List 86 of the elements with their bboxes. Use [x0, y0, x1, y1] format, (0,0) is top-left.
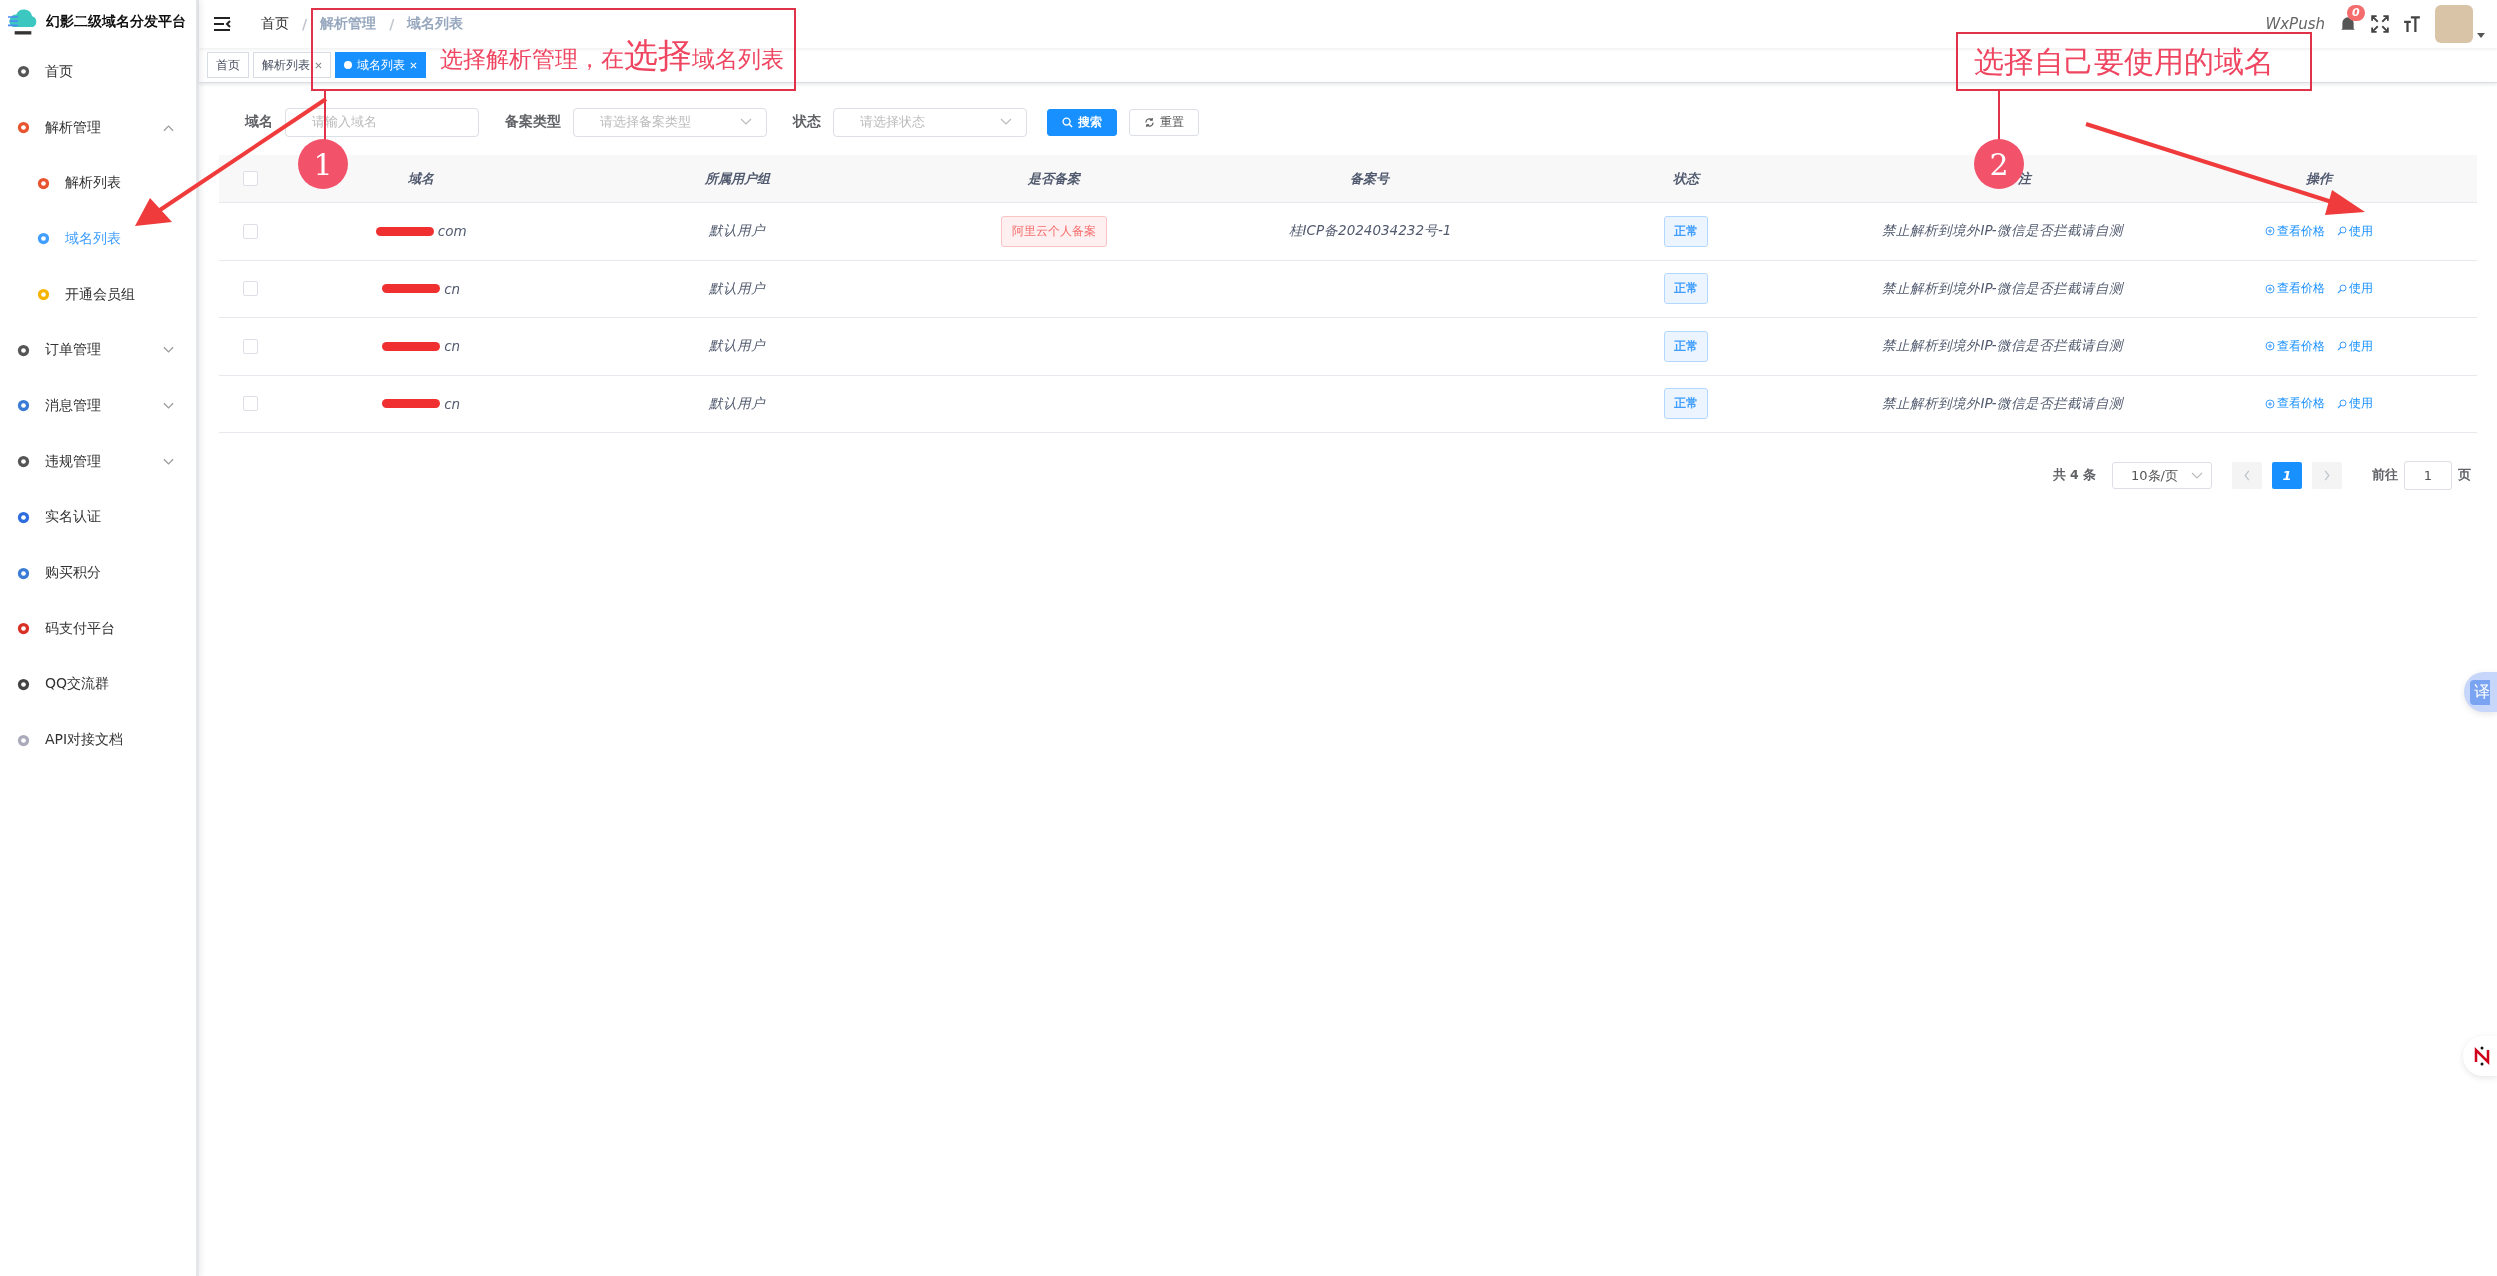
user-group-text: 默认用户: [709, 222, 766, 241]
filing-tag: 阿里云个人备案: [1000, 215, 1107, 247]
active-dot-icon: [344, 61, 352, 69]
annotation-text: 选择自己要使用的域名: [1974, 47, 2274, 77]
menu-toggle-icon[interactable]: [213, 17, 231, 31]
filter-label: 状态: [793, 113, 821, 131]
chevron-right-icon: [2323, 470, 2331, 481]
sidebar-item[interactable]: 实名认证: [0, 489, 196, 546]
user-group-text: 默认用户: [709, 394, 766, 413]
sidebar-subitem[interactable]: 解析列表: [0, 155, 196, 212]
page-tab[interactable]: 解析列表: [253, 52, 331, 78]
leader-line: [1998, 90, 2000, 141]
annotation-text: 选择解析管理，在选择域名列表: [440, 38, 784, 72]
bell-icon[interactable]: [2339, 15, 2357, 33]
reset-button[interactable]: 重置: [1129, 108, 1199, 136]
redaction-scribble: [382, 284, 441, 294]
status-tag: 正常: [1664, 273, 1709, 305]
remark-text: 禁止解析到境外IP-微信是否拦截请自测: [1882, 337, 2123, 356]
search-icon: [1062, 116, 1073, 128]
status-tag: 正常: [1664, 388, 1709, 420]
user-group-text: 默认用户: [709, 279, 766, 298]
leader-line: [324, 90, 326, 141]
page-size-select[interactable]: 10条/页: [2112, 462, 2212, 489]
filter-label: 域名: [245, 113, 273, 131]
status-tag: 正常: [1664, 215, 1709, 247]
chevron-icon: [1000, 118, 1012, 126]
breadcrumb-separator: /: [301, 16, 309, 32]
sidebar-item[interactable]: 解析管理: [0, 99, 196, 156]
sidebar-item[interactable]: 违规管理: [0, 433, 196, 490]
step-number-badge: 1: [298, 139, 348, 189]
redaction-scribble: [382, 399, 441, 409]
remark-text: 禁止解析到境外IP-微信是否拦截请自测: [1882, 279, 2123, 298]
sidebar-item[interactable]: 购买积分: [0, 545, 196, 601]
goto-label: 前往: [2372, 467, 2398, 484]
notification-badge: 0: [2347, 5, 2365, 21]
fullscreen-icon[interactable]: [2371, 15, 2389, 33]
chevron-icon: [163, 346, 174, 355]
chevron-icon: [163, 457, 174, 466]
sidebar-item[interactable]: 订单管理: [0, 322, 196, 379]
redaction-scribble: [375, 226, 434, 236]
remark-text: 禁止解析到境外IP-微信是否拦截请自测: [1882, 222, 2123, 241]
breadcrumb-separator: /: [388, 16, 396, 32]
chevron-icon: [740, 118, 752, 126]
chevron-icon: [163, 401, 174, 410]
platform-title: 幻影二级域名分发平台: [46, 13, 186, 31]
sidebar-item[interactable]: 消息管理: [0, 378, 196, 434]
domain-text: cn: [444, 395, 461, 412]
column-header: 操作: [2305, 169, 2332, 188]
chevron-icon: [163, 123, 174, 132]
row-checkbox[interactable]: [243, 338, 258, 354]
column-header: 所属用户组: [704, 169, 770, 188]
chevron-left-icon: [2243, 470, 2251, 481]
sidebar-item[interactable]: 首页: [0, 44, 196, 100]
page-tab[interactable]: 首页: [207, 52, 249, 78]
refresh-icon: [1144, 116, 1155, 128]
breadcrumb-item: 域名列表: [407, 15, 464, 33]
chevron-icon: [2191, 471, 2203, 480]
caret-icon[interactable]: [2477, 32, 2485, 38]
select-all-checkbox[interactable]: [243, 171, 258, 186]
column-header: 备案号: [1350, 169, 1390, 188]
wxpush-link[interactable]: WxPush: [2265, 15, 2325, 33]
sidebar-subitem[interactable]: 开通会员组: [0, 266, 196, 323]
total-count: 共 4 条: [2052, 467, 2096, 484]
redaction-scribble: [382, 341, 441, 351]
domain-text: cn: [444, 280, 461, 297]
status-tag: 正常: [1664, 330, 1709, 362]
remark-text: 禁止解析到境外IP-微信是否拦截请自测: [1882, 394, 2123, 413]
row-checkbox[interactable]: [243, 223, 258, 239]
sidebar-item[interactable]: 码支付平台: [0, 600, 196, 657]
row-checkbox[interactable]: [243, 396, 258, 412]
filter-label: 备案类型: [505, 113, 561, 131]
domain-text: com: [437, 223, 467, 240]
page-suffix: 页: [2458, 467, 2471, 484]
font-size-icon[interactable]: [2403, 15, 2421, 33]
column-header: 是否备案: [1027, 169, 1080, 188]
row-checkbox[interactable]: [243, 281, 258, 297]
domain-text: cn: [444, 338, 461, 355]
close-icon[interactable]: [315, 61, 322, 69]
filing-number: 桂ICP备2024034232号-1: [1288, 222, 1452, 241]
sidebar-item[interactable]: API对接文档: [0, 712, 196, 768]
goto-page-field[interactable]: 1: [2404, 461, 2452, 490]
sidebar-item[interactable]: QQ交流群: [0, 656, 196, 713]
column-header: 域名: [408, 169, 435, 188]
breadcrumb-item[interactable]: 首页: [261, 15, 289, 33]
user-group-text: 默认用户: [709, 337, 766, 356]
column-header: 状态: [1673, 169, 1700, 188]
